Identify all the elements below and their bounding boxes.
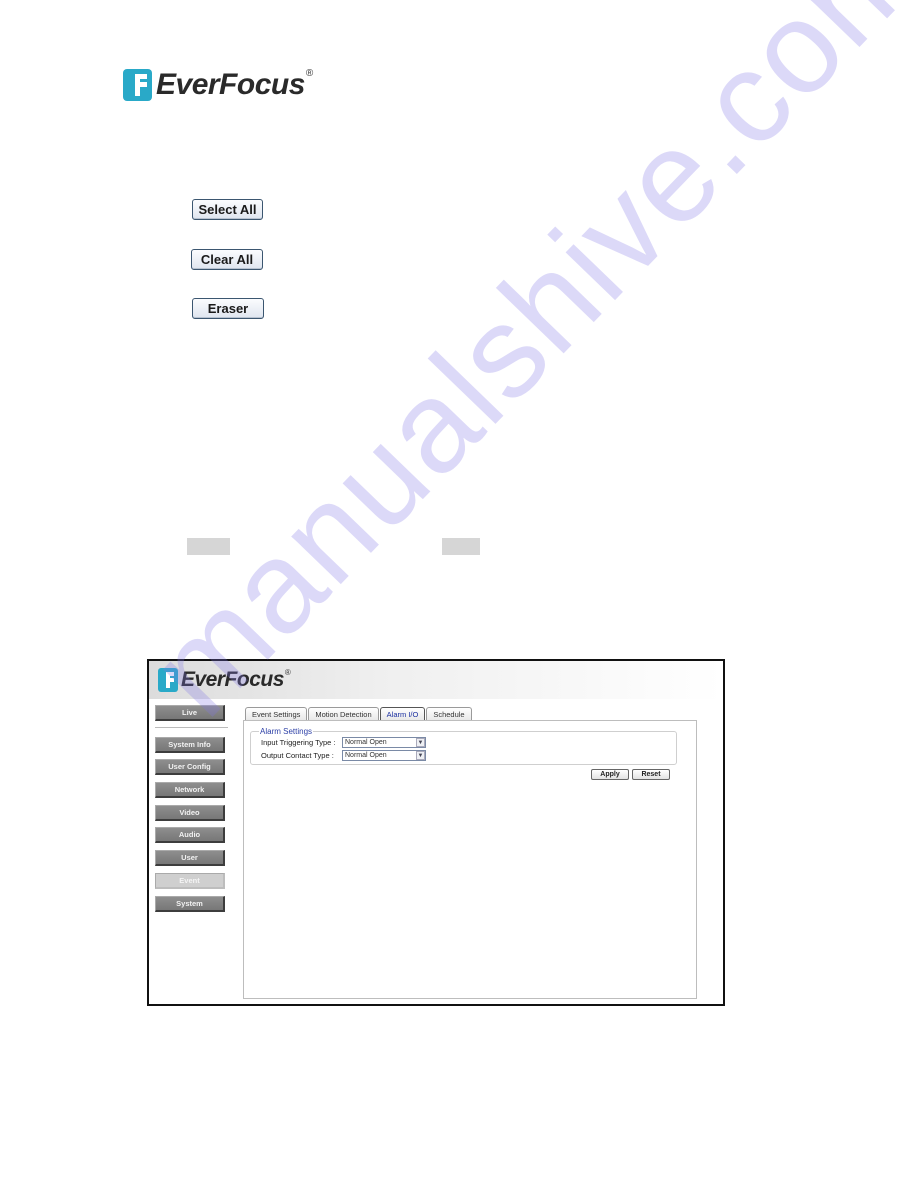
nav-video[interactable]: Video bbox=[155, 804, 225, 821]
event-tabs: Event Settings Motion Detection Alarm I/… bbox=[245, 707, 473, 720]
alarm-settings-legend: Alarm Settings bbox=[259, 727, 314, 736]
output-contact-select[interactable]: Normal Open ▼ bbox=[342, 750, 426, 761]
form-actions: Apply Reset bbox=[591, 769, 670, 780]
input-triggering-label: Input Triggering Type : bbox=[261, 738, 336, 747]
screenshot-header: EverFocus ® bbox=[149, 661, 723, 699]
logo-brand-text: EverFocus bbox=[181, 668, 284, 691]
tab-alarm-io[interactable]: Alarm I/O bbox=[379, 707, 426, 720]
input-triggering-value: Normal Open bbox=[345, 739, 387, 746]
chevron-down-icon[interactable]: ▼ bbox=[416, 738, 425, 747]
nav-user[interactable]: User bbox=[155, 850, 225, 867]
tab-event-settings[interactable]: Event Settings bbox=[245, 707, 308, 720]
nav-system-info[interactable]: System Info bbox=[155, 736, 225, 753]
gray-swatch bbox=[442, 538, 480, 555]
output-contact-row: Output Contact Type : Normal Open ▼ bbox=[261, 750, 426, 761]
screenshot-logo: EverFocus ® bbox=[158, 668, 291, 692]
registered-mark: ® bbox=[305, 67, 314, 79]
everfocus-logo-icon bbox=[123, 69, 152, 101]
clear-all-button[interactable]: Clear All bbox=[191, 249, 263, 270]
input-triggering-row: Input Triggering Type : Normal Open ▼ bbox=[261, 737, 426, 748]
input-triggering-select[interactable]: Normal Open ▼ bbox=[342, 737, 426, 748]
tab-motion-detection[interactable]: Motion Detection bbox=[308, 707, 379, 720]
output-contact-value: Normal Open bbox=[345, 752, 387, 759]
everfocus-logo-icon bbox=[158, 668, 178, 692]
eraser-button[interactable]: Eraser bbox=[192, 298, 264, 319]
reset-button[interactable]: Reset bbox=[632, 769, 670, 780]
alarm-io-panel: Alarm Settings Input Triggering Type : N… bbox=[243, 720, 697, 999]
nav-user-config[interactable]: User Config bbox=[155, 759, 225, 776]
nav-event[interactable]: Event bbox=[155, 872, 225, 889]
sidebar-nav: Live System Info User Config Network Vid… bbox=[155, 705, 228, 918]
gray-swatch bbox=[187, 538, 230, 555]
alarm-io-screenshot: EverFocus ® Live System Info User Config… bbox=[147, 659, 725, 1006]
nav-divider bbox=[155, 726, 228, 728]
nav-system[interactable]: System bbox=[155, 895, 225, 912]
output-contact-label: Output Contact Type : bbox=[261, 751, 334, 760]
registered-mark: ® bbox=[284, 667, 291, 677]
logo-brand-text: EverFocus bbox=[156, 68, 305, 101]
nav-audio[interactable]: Audio bbox=[155, 827, 225, 844]
select-all-button[interactable]: Select All bbox=[192, 199, 263, 220]
alarm-settings-group: Alarm Settings Input Triggering Type : N… bbox=[250, 727, 677, 765]
apply-button[interactable]: Apply bbox=[591, 769, 629, 780]
watermark: manualshive.com bbox=[121, 0, 918, 743]
chevron-down-icon[interactable]: ▼ bbox=[416, 751, 425, 760]
nav-network[interactable]: Network bbox=[155, 782, 225, 799]
everfocus-logo: EverFocus ® bbox=[123, 68, 313, 102]
tab-schedule[interactable]: Schedule bbox=[426, 707, 472, 720]
nav-live-button[interactable]: Live bbox=[155, 705, 225, 721]
